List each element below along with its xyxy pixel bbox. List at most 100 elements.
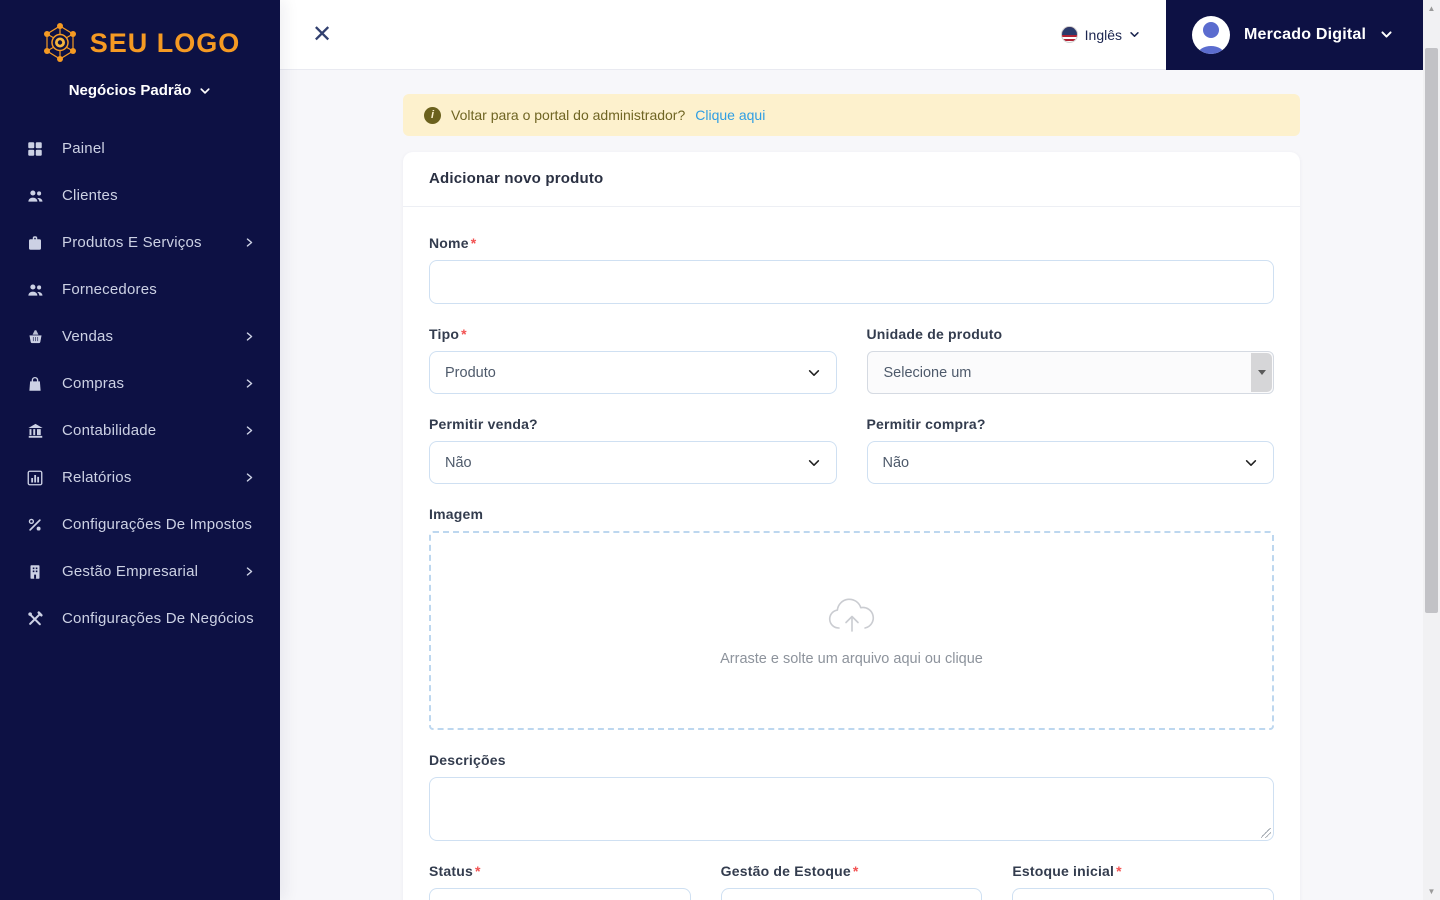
required-mark: * [475,863,481,879]
nome-label: Nome [429,235,469,251]
card-header: Adicionar novo produto [403,152,1300,207]
sidebar-item-clientes[interactable]: Clientes [0,172,280,219]
user-menu[interactable]: Mercado Digital [1166,0,1423,70]
users-icon [25,281,45,299]
scroll-up-arrow-icon[interactable]: ▲ [1423,0,1440,17]
scrollbar-thumb[interactable] [1425,48,1438,613]
banner-link[interactable]: Clique aqui [695,107,765,123]
app-window: SEU LOGO Negócios Padrão Painel Clientes [0,0,1440,900]
required-mark: * [1116,863,1122,879]
business-selector[interactable]: Negócios Padrão [0,82,280,99]
tools-icon [25,610,45,628]
field-nome: Nome * [429,235,1274,304]
chevron-down-icon [1244,456,1258,470]
field-descricoes: Descrições [429,752,1274,841]
estoque-inicial-label: Estoque inicial [1012,863,1115,879]
bank-icon [25,422,45,440]
us-flag-icon [1060,26,1078,43]
chevron-down-icon [807,456,821,470]
card-body: Nome * Tipo * Produto Unidade de produto… [403,207,1300,900]
chevron-down-icon [199,85,211,97]
avatar [1192,15,1230,54]
permitir-compra-label: Permitir compra? [866,416,986,432]
vertical-scrollbar: ▲ ▼ [1423,0,1440,900]
field-imagem: Imagem Arraste e solte um arquivo aqui o… [429,506,1274,730]
chevron-right-icon [244,566,255,577]
chevron-right-icon [244,425,255,436]
sidebar-item-label: Produtos E Serviços [62,234,202,251]
language-selector[interactable]: Inglês [1060,26,1140,43]
descricoes-textarea[interactable] [429,777,1274,841]
bar-chart-icon [25,469,45,487]
sidebar-item-painel[interactable]: Painel [0,125,280,172]
percent-icon [25,516,45,534]
dropdown-arrow-icon [1251,353,1272,392]
gestao-estoque-select[interactable]: Não [720,888,983,900]
basket-icon [25,328,45,346]
required-mark: * [852,863,859,879]
field-unidade: Unidade de produto Selecione um [866,326,1274,394]
descricoes-label: Descrições [429,752,506,768]
tipo-select[interactable]: Produto [429,351,837,394]
chevron-right-icon [244,331,255,342]
bag-icon [25,375,45,393]
sidebar-item-produtos-e-servicos[interactable]: Produtos E Serviços [0,219,280,266]
permitir-venda-select[interactable]: Não [429,441,837,484]
chevron-down-icon [1129,29,1140,40]
imagem-label: Imagem [429,506,484,522]
close-icon[interactable]: ✕ [312,22,332,47]
required-mark: * [470,235,477,251]
sidebar-item-vendas[interactable]: Vendas [0,313,280,360]
sidebar-item-fornecedores[interactable]: Fornecedores [0,266,280,313]
field-permitir-venda: Permitir venda? Não [429,416,837,484]
sidebar-item-gestao-empresarial[interactable]: Gestão Empresarial [0,548,280,595]
estoque-inicial-input[interactable] [1012,888,1274,900]
info-icon: i [424,106,441,124]
unidade-select[interactable]: Selecione um [866,351,1274,394]
banner-message: Voltar para o portal do administrador? [451,107,686,123]
sidebar-item-relatorios[interactable]: Relatórios [0,454,280,501]
business-selector-label: Negócios Padrão [68,82,192,99]
nome-input[interactable] [429,260,1274,304]
grid-icon [25,140,45,158]
sidebar-item-configuracoes-de-negocios[interactable]: Configurações De Negócios [0,595,280,642]
cloud-upload-icon [825,595,879,635]
chevron-down-icon [807,366,821,380]
building-icon [25,563,45,581]
main-area: ✕ Inglês Mercado Digital i Voltar para o… [280,0,1440,900]
sidebar-item-contabilidade[interactable]: Contabilidade [0,407,280,454]
unidade-selected-value: Selecione um [883,364,972,381]
field-gestao-estoque: Gestão de Estoque* Não [720,863,983,900]
permitir-venda-label: Permitir venda? [429,416,538,432]
user-name: Mercado Digital [1244,25,1367,43]
permitir-compra-select[interactable]: Não [866,441,1274,484]
chevron-right-icon [244,472,255,483]
field-permitir-compra: Permitir compra? Não [866,416,1274,484]
add-product-card: Adicionar novo produto Nome * Tipo * Pro… [403,152,1300,900]
status-select[interactable]: Ativo [429,888,691,900]
page-title: Adicionar novo produto [429,170,604,187]
sidebar-item-label: Vendas [62,328,114,345]
admin-portal-banner: i Voltar para o portal do administrador?… [403,94,1300,136]
sidebar-nav: Painel Clientes Produtos E Serviços Forn… [0,125,280,642]
page-content: i Voltar para o portal do administrador?… [280,70,1423,900]
logo-text: SEU LOGO [89,27,241,58]
required-mark: * [461,326,467,342]
topbar: ✕ Inglês Mercado Digital [280,0,1423,70]
scroll-down-arrow-icon[interactable]: ▼ [1423,883,1440,900]
resize-grip[interactable] [1261,828,1271,838]
permitir-compra-selected-value: Não [882,454,910,471]
status-label: Status [429,863,473,879]
logo-network-icon [40,22,80,64]
dropzone-text: Arraste e solte um arquivo aqui ou cliqu… [720,650,983,667]
sidebar: SEU LOGO Negócios Padrão Painel Clientes [0,0,280,900]
language-label: Inglês [1084,26,1122,43]
briefcase-icon [25,234,45,252]
chevron-down-icon [1380,28,1393,41]
sidebar-item-configuracoes-de-impostos[interactable]: Configurações De Impostos [0,501,280,548]
sidebar-item-compras[interactable]: Compras [0,360,280,407]
unidade-label: Unidade de produto [866,326,1003,342]
field-tipo: Tipo * Produto [429,326,837,394]
image-dropzone[interactable]: Arraste e solte um arquivo aqui ou cliqu… [429,531,1274,730]
sidebar-item-label: Contabilidade [62,422,157,439]
